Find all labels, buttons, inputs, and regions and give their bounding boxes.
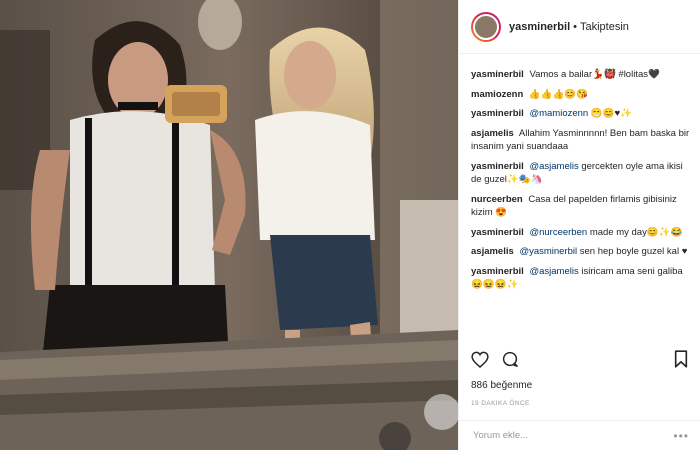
comments-list: yasminerbil Vamos a bailar💃👹 #lolitas🖤 m… (459, 54, 700, 292)
comment-username[interactable]: asjamelis (471, 128, 514, 139)
comment: yasminerbil @mamiozenn 😁😊♥✨ (471, 107, 690, 121)
comment-text: 😁😊♥✨ (590, 108, 632, 119)
likes-count[interactable]: 886 beğenme (471, 380, 532, 391)
more-options-icon[interactable]: ••• (673, 429, 689, 443)
comment-username[interactable]: nurceerben (471, 194, 523, 205)
comment-text: Vamos a bailar💃👹 #lolitas🖤 (529, 69, 660, 80)
comment: nurceerben Casa del papelden firlamis gi… (471, 193, 690, 220)
add-comment-bar: ••• (459, 420, 700, 450)
mirror-selfie-image (0, 0, 458, 450)
comment: yasminerbil @asjamelis isiricam ama seni… (471, 265, 690, 292)
comment-mention[interactable]: @nurceerben (529, 227, 587, 238)
comment-input[interactable] (471, 429, 635, 442)
comment: mamiozenn 👍👍👍😊😘 (471, 88, 690, 102)
header-separator: • (573, 20, 577, 33)
heart-icon[interactable] (471, 351, 489, 368)
comment-mention[interactable]: @asjamelis (529, 161, 578, 172)
comment-icon[interactable] (501, 350, 519, 368)
comment-mention[interactable]: @mamiozenn (529, 108, 588, 119)
post-sidebar: yasminerbil • Takiptesin yasminerbil Vam… (458, 0, 700, 450)
follow-status-button[interactable]: Takiptesin (580, 21, 629, 33)
avatar[interactable] (471, 11, 501, 42)
comment-username[interactable]: yasminerbil (471, 161, 524, 172)
comment-text: 👍👍👍😊😘 (528, 88, 589, 100)
comment: asjamelis Allahim Yasminnnnn! Ben bam ba… (471, 127, 690, 154)
post-author-username[interactable]: yasminerbil (509, 21, 570, 33)
comment-mention[interactable]: @yasminerbil (519, 246, 577, 257)
comment-username[interactable]: yasminerbil (471, 227, 524, 238)
post-actions (471, 350, 519, 368)
bookmark-icon[interactable] (674, 350, 688, 373)
comment: yasminerbil @nurceerben made my day😊✨😂 (471, 226, 690, 240)
comment: yasminerbil @asjamelis gercekten oyle am… (471, 160, 690, 187)
comment-text: sen hep boyle guzel kal ♥ (579, 246, 688, 257)
comment-mention[interactable]: @asjamelis (529, 266, 578, 277)
post-timestamp: 19 DAKIKA ÖNCE (471, 400, 530, 407)
comment: yasminerbil Vamos a bailar💃👹 #lolitas🖤 (471, 68, 690, 82)
comment-username[interactable]: mamiozenn (471, 89, 523, 100)
instagram-post: yasminerbil • Takiptesin yasminerbil Vam… (0, 0, 700, 450)
comment-username[interactable]: yasminerbil (471, 69, 524, 80)
comment: asjamelis @yasminerbil sen hep boyle guz… (471, 245, 690, 259)
comment-text: made my day😊✨😂 (589, 226, 683, 238)
avatar-image (473, 13, 499, 40)
post-photo[interactable] (0, 0, 458, 450)
comment-username[interactable]: asjamelis (471, 246, 514, 257)
comment-username[interactable]: yasminerbil (471, 266, 524, 277)
comment-username[interactable]: yasminerbil (471, 108, 524, 119)
post-header: yasminerbil • Takiptesin (459, 0, 700, 54)
